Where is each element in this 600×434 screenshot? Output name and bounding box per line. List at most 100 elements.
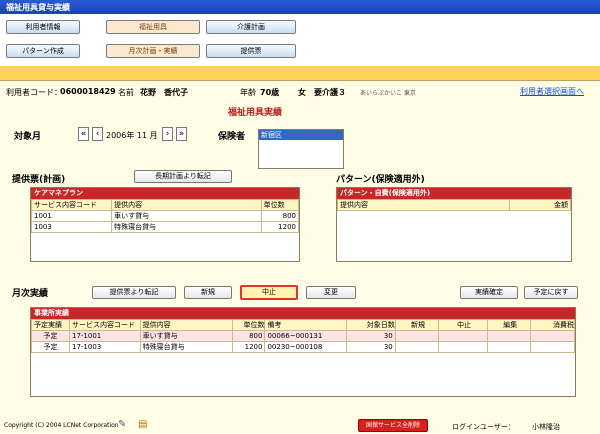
footer: Copyright (C) 2004 LCNet Corporation ✎ ▤…: [0, 416, 600, 434]
confirm-results-button[interactable]: 実績確定: [460, 286, 518, 299]
col-tax: 消費税: [530, 319, 575, 331]
plan-table: サービス内容コード 提供内容 単位数 1001 車いす貸与 800 1003 特…: [30, 199, 300, 233]
user-code-label: 利用者コード：: [6, 88, 62, 97]
cell: 1200: [231, 341, 266, 353]
col-content: 提供内容: [139, 319, 233, 331]
user-select-link[interactable]: 利用者選択画面へ: [520, 86, 584, 97]
col-edit: 編集: [487, 319, 532, 331]
col-content: 提供内容: [111, 199, 262, 211]
last-month-icon[interactable]: »: [176, 127, 187, 141]
col-days: 対象日数: [345, 319, 396, 331]
care-level: 要介護３: [314, 88, 346, 97]
login-user: 小林隆治: [532, 423, 560, 431]
window-title: 福祉用具貸与実績: [0, 0, 600, 14]
table-row[interactable]: 予定 17-1001 車いす貸与 800 00066~000131 30: [31, 330, 575, 342]
name-label: 名前: [118, 88, 134, 97]
transfer-from-sheet-button[interactable]: 提供票より転記: [92, 286, 176, 299]
cell: 800: [260, 210, 300, 222]
delete-all-services-button[interactable]: 国保サービス全削除: [358, 419, 428, 432]
cell[interactable]: [487, 341, 532, 353]
nav-monthly-plan[interactable]: 月次計画・実績: [106, 44, 200, 58]
cell: 17-1001: [69, 330, 141, 342]
cell: 1003: [30, 221, 113, 233]
monthly-panel: 事業所実績 予定実績 サービス内容コード 提供内容 単位数 備考 対象日数 新規…: [30, 307, 576, 397]
first-month-icon[interactable]: «: [78, 127, 89, 141]
cell[interactable]: [438, 330, 489, 342]
cell: [530, 341, 575, 353]
cell: 30: [345, 341, 396, 353]
col-new: 新規: [394, 319, 440, 331]
cell: 車いす貸与: [111, 210, 262, 222]
cell[interactable]: [438, 341, 489, 353]
cell: 800: [231, 330, 266, 342]
cell[interactable]: [394, 341, 440, 353]
pattern-label: パターン(保険適用外): [336, 175, 425, 185]
col-plan-result: 予定実績: [31, 319, 70, 331]
nav-pattern-create[interactable]: パターン作成: [6, 44, 80, 58]
cell: 17-1003: [69, 341, 141, 353]
month-value: 2006年 11 月: [106, 131, 158, 140]
pattern-table: 提供内容 金額: [336, 199, 571, 211]
plan-panel: ケアマネプラン サービス内容コード 提供内容 単位数 1001 車いす貸与 80…: [30, 187, 300, 262]
cell: 1001: [30, 210, 113, 222]
change-button[interactable]: 変更: [306, 286, 356, 299]
new-button[interactable]: 新規: [184, 286, 232, 299]
user-code: 0600018429: [60, 87, 116, 96]
cell: 特殊寝台貸与: [111, 221, 262, 233]
copyright: Copyright (C) 2004 LCNet Corporation: [4, 422, 119, 429]
monthly-panel-title: 事業所実績: [31, 308, 575, 319]
col-note: 備考: [264, 319, 347, 331]
page-title: 福祉用具実績: [228, 108, 283, 118]
monthly-label: 月次実績: [12, 289, 49, 299]
cell: 00066~000131: [264, 330, 347, 342]
cell: 30: [345, 330, 396, 342]
col-service-code: サービス内容コード: [69, 319, 141, 331]
monthly-table: 予定実績 サービス内容コード 提供内容 単位数 備考 対象日数 新規 中止 編集…: [31, 319, 575, 353]
col-amount: 金額: [509, 199, 571, 211]
plan-label: 提供票(計画): [12, 175, 66, 185]
table-row[interactable]: 1003 特殊寝台貸与 1200: [30, 221, 300, 233]
insurer-option[interactable]: 新宿区: [259, 130, 343, 140]
col-stop: 中止: [438, 319, 489, 331]
prev-month-icon[interactable]: ‹: [92, 127, 103, 141]
target-month-label: 対象月: [14, 132, 42, 142]
plan-panel-title: ケアマネプラン: [31, 188, 299, 199]
book-icon[interactable]: ▤: [138, 419, 147, 430]
nav-welfare-equipment[interactable]: 福祉用具: [106, 20, 200, 34]
login-label: ログインユーザー：: [452, 423, 515, 431]
cell: [530, 330, 575, 342]
insurer-label: 保険者: [218, 132, 246, 142]
user-name: 花野 香代子: [140, 88, 188, 97]
cell: 予定: [31, 330, 70, 342]
col-service-code: サービス内容コード: [30, 199, 113, 211]
header-band: [0, 66, 600, 80]
stop-button[interactable]: 中止: [240, 285, 298, 300]
next-month-icon[interactable]: ›: [162, 127, 173, 141]
col-units: 単位数: [231, 319, 266, 331]
cell: 1200: [260, 221, 300, 233]
pattern-panel-title: パターン・自費(保険適用外): [337, 188, 571, 199]
cell[interactable]: [487, 330, 532, 342]
user-kana: あいらぷかいこ 東京: [360, 90, 416, 97]
cell: 車いす貸与: [139, 330, 233, 342]
cell[interactable]: [394, 330, 440, 342]
col-content: 提供内容: [336, 199, 511, 211]
main-content: 利用者コード： 0600018429 名前 花野 香代子 年齢 70歳 女 要介…: [0, 80, 600, 434]
nav-care-plan[interactable]: 介護計画: [206, 20, 296, 34]
pen-icon[interactable]: ✎: [118, 419, 126, 430]
table-row[interactable]: 1001 車いす貸与 800: [30, 210, 300, 222]
insurer-list[interactable]: 新宿区: [258, 129, 344, 169]
user-sex: 女: [298, 88, 306, 97]
nav-service-sheet[interactable]: 提供票: [206, 44, 296, 58]
col-units: 単位数: [260, 199, 300, 211]
age-label: 年齢: [240, 88, 256, 97]
revert-to-plan-button[interactable]: 予定に戻す: [524, 286, 578, 299]
transfer-long-plan-button[interactable]: 長期計画より転記: [134, 170, 232, 183]
cell: 特殊寝台貸与: [139, 341, 233, 353]
cell: 00230~000108: [264, 341, 347, 353]
user-age: 70歳: [260, 88, 280, 97]
nav-user-info[interactable]: 利用者情報: [6, 20, 80, 34]
cell: 予定: [31, 341, 70, 353]
nav-bar: 利用者情報 福祉用具 介護計画 パターン作成 月次計画・実績 提供票: [0, 14, 600, 66]
table-row[interactable]: 予定 17-1003 特殊寝台貸与 1200 00230~000108 30: [31, 341, 575, 353]
